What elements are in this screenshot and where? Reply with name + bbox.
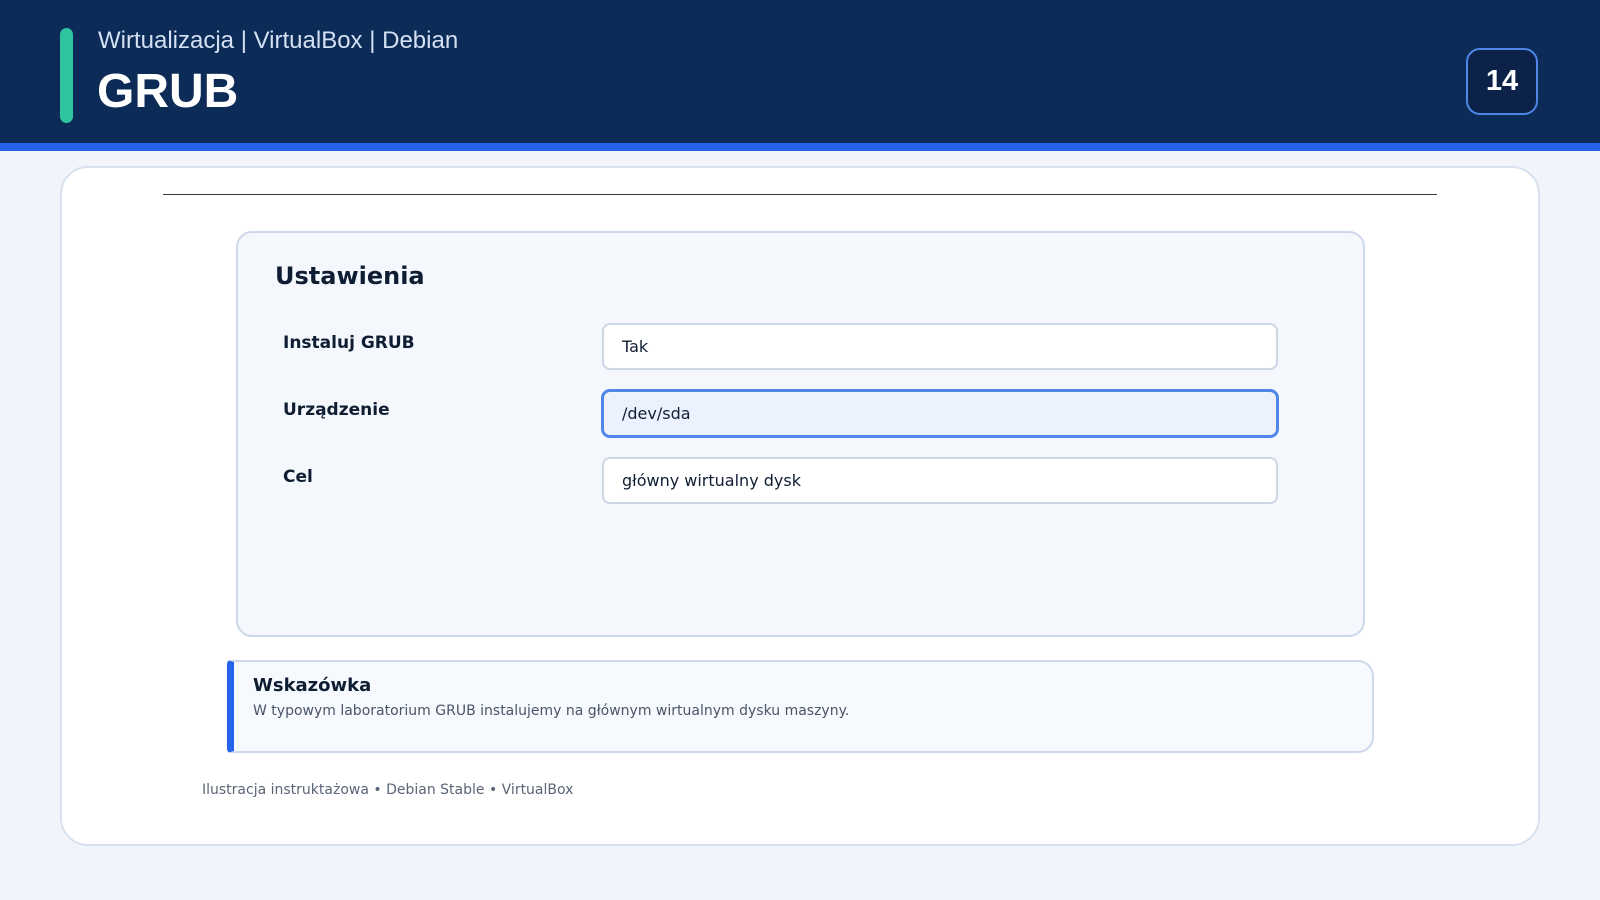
slide-header [0, 0, 1600, 143]
title-accent-bar [60, 28, 73, 123]
slide-title: GRUB [97, 65, 239, 118]
device-field[interactable] [602, 390, 1278, 437]
install-grub-field[interactable] [602, 323, 1278, 370]
target-field[interactable] [602, 457, 1278, 504]
field-label-install-grub: Instaluj GRUB [283, 333, 415, 353]
page-number-badge: 14 [1466, 48, 1538, 115]
divider [163, 194, 1437, 195]
hint-title: Wskazówka [253, 675, 372, 696]
slide-subtitle: Wirtualizacja | VirtualBox | Debian [98, 27, 459, 54]
header-accent-strip [0, 143, 1600, 151]
settings-title: Ustawienia [275, 262, 425, 290]
field-label-target: Cel [283, 467, 313, 487]
field-label-device: Urządzenie [283, 400, 390, 420]
hint-text: W typowym laboratorium GRUB instalujemy … [253, 703, 850, 719]
footer-note: Ilustracja instruktażowa • Debian Stable… [202, 782, 574, 798]
